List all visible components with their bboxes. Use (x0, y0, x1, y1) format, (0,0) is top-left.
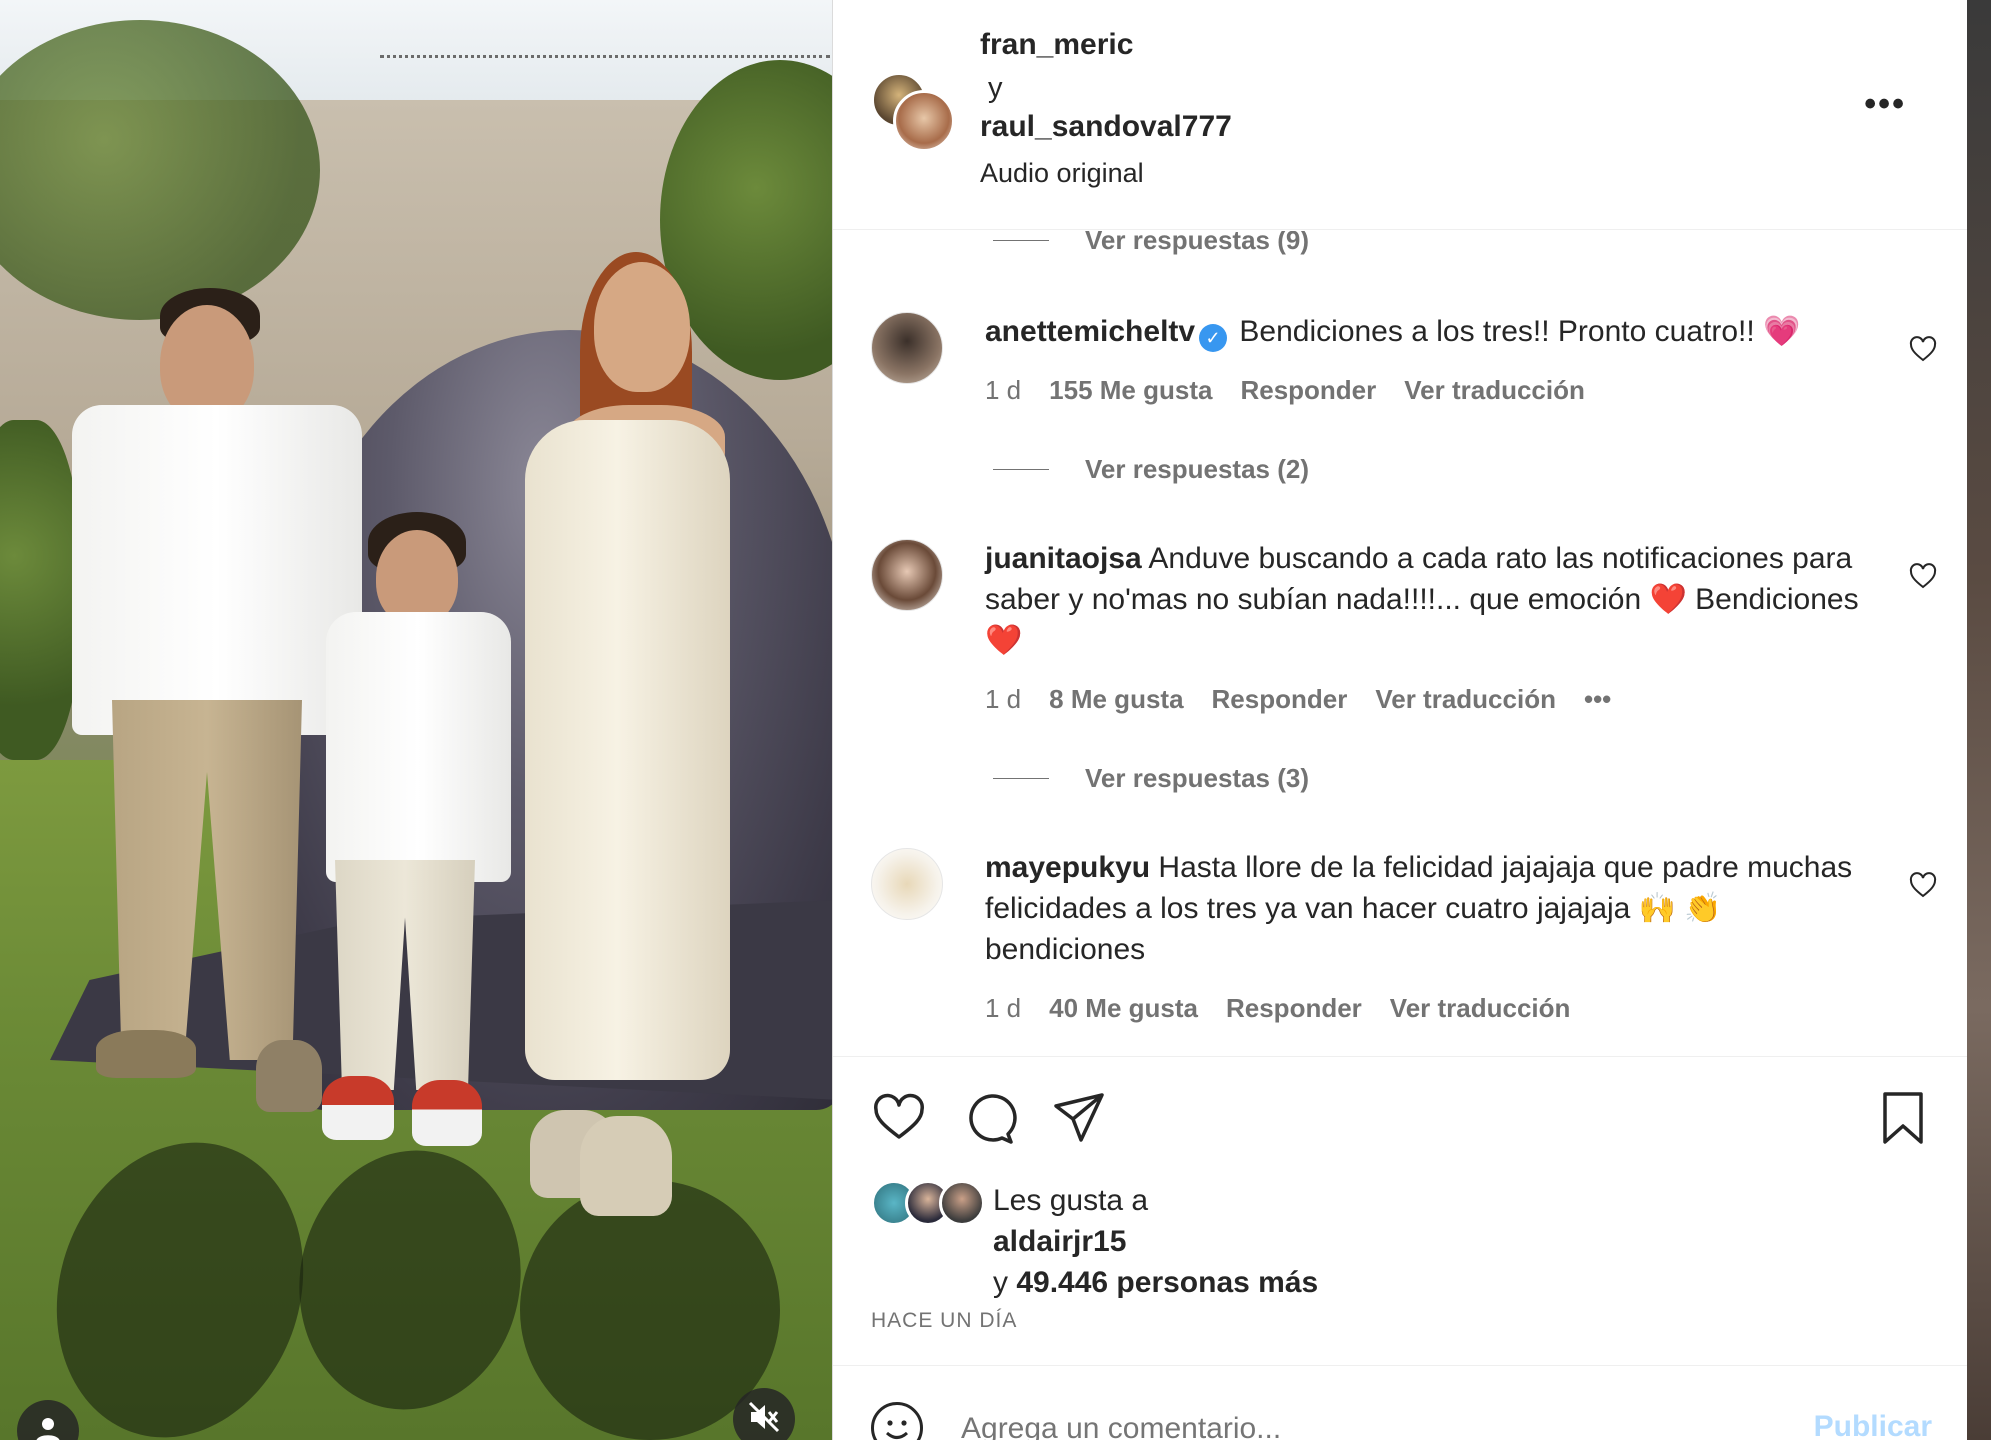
comment-time[interactable]: 1 d (985, 375, 1021, 406)
avatar (893, 90, 955, 152)
comment-avatar[interactable] (871, 312, 943, 384)
user-icon (33, 1414, 63, 1440)
likes-prefix: Les gusta a (993, 1184, 1149, 1217)
post-timestamp[interactable]: HACE UN DÍA (871, 1309, 1017, 1333)
more-horizontal-icon: ••• (1864, 85, 1906, 123)
adjacent-post-preview[interactable] (1967, 0, 1991, 1440)
comment-username[interactable]: anettemicheltv (985, 315, 1195, 348)
comment-options-button[interactable]: ••• (1584, 684, 1611, 715)
divider (833, 1056, 1968, 1057)
volume-off-icon (747, 1400, 781, 1439)
comment-icon[interactable] (961, 1090, 1017, 1146)
comment-text-block: anettemicheltv ✓ Bendiciones a los tres!!… (985, 311, 1875, 352)
reply-button[interactable]: Responder (1226, 993, 1362, 1024)
translate-button[interactable]: Ver traducción (1390, 993, 1571, 1024)
comment-text-block: mayepukyu Hasta llore de la felicidad ja… (985, 847, 1875, 970)
post-panel: fran_meric y raul_sandoval777 Audio orig… (832, 0, 1968, 1440)
comment-likes[interactable]: 8 Me gusta (1049, 684, 1183, 715)
comment-time[interactable]: 1 d (985, 993, 1021, 1024)
publish-button[interactable]: Publicar (1814, 1410, 1932, 1440)
comment-like-heart-icon[interactable] (1908, 334, 1938, 364)
translate-button[interactable]: Ver traducción (1404, 375, 1585, 406)
replies-line (993, 778, 1049, 779)
comment-like-heart-icon[interactable] (1908, 870, 1938, 900)
liker-username[interactable]: aldairjr15 (993, 1225, 1126, 1258)
view-replies-button[interactable]: Ver respuestas (3) (993, 763, 1309, 794)
comment-avatar[interactable] (871, 848, 943, 920)
avatar (939, 1180, 985, 1226)
emoji-icon[interactable] (871, 1402, 923, 1440)
more-options-button[interactable]: ••• (1864, 87, 1906, 121)
comments-list[interactable]: Ver respuestas (9) anettemicheltv ✓ Bendi… (833, 231, 1968, 1056)
comment-time[interactable]: 1 d (985, 684, 1021, 715)
replies-line (993, 469, 1049, 470)
view-replies-label: Ver respuestas (3) (1085, 763, 1310, 793)
liker-avatars[interactable] (871, 1180, 985, 1228)
video-player[interactable] (0, 0, 832, 1440)
reply-button[interactable]: Responder (1240, 375, 1376, 406)
collab-avatars[interactable] (871, 72, 955, 152)
reply-button[interactable]: Responder (1212, 684, 1348, 715)
verified-badge-icon: ✓ (1199, 324, 1228, 352)
comment-likes[interactable]: 40 Me gusta (1049, 993, 1198, 1024)
view-replies-button[interactable]: Ver respuestas (9) (993, 231, 1309, 256)
action-bar (871, 1090, 1931, 1146)
collab-connector: y (988, 72, 1003, 104)
view-replies-label: Ver respuestas (2) (1085, 454, 1310, 484)
comment-meta: 1 d 155 Me gusta Responder Ver traducció… (985, 375, 1585, 406)
author-username[interactable]: fran_meric (980, 28, 1133, 62)
view-replies-button[interactable]: Ver respuestas (2) (993, 454, 1309, 485)
comment-meta: 1 d 8 Me gusta Responder Ver traducción … (985, 684, 1611, 715)
bookmark-icon[interactable] (1875, 1090, 1931, 1146)
comment-input[interactable] (961, 1412, 1661, 1440)
post-header: fran_meric y raul_sandoval777 Audio orig… (833, 0, 1968, 230)
send-icon[interactable] (1051, 1090, 1107, 1146)
likes-others-link[interactable]: 49.446 personas más (1016, 1266, 1318, 1299)
likes-connector: y (993, 1266, 1008, 1299)
heart-icon[interactable] (871, 1090, 927, 1146)
collab-username[interactable]: raul_sandoval777 (980, 110, 1232, 144)
translate-button[interactable]: Ver traducción (1375, 684, 1556, 715)
comment-username[interactable]: juanitaojsa (985, 542, 1142, 575)
likes-summary: Les gusta a aldairjr15 y 49.446 personas… (993, 1180, 1793, 1303)
plant (0, 420, 80, 760)
audio-link[interactable]: Audio original (980, 158, 1144, 189)
view-replies-label: Ver respuestas (9) (1085, 231, 1310, 255)
comment-text-block: juanitaojsa Anduve buscando a cada rato … (985, 538, 1875, 661)
comment-avatar[interactable] (871, 539, 943, 611)
comment-likes[interactable]: 155 Me gusta (1049, 375, 1212, 406)
comment-username[interactable]: mayepukyu (985, 851, 1150, 884)
comment-like-heart-icon[interactable] (1908, 561, 1938, 591)
comment-text: Bendiciones a los tres!! Pronto cuatro!!… (1239, 315, 1801, 348)
comment-meta: 1 d 40 Me gusta Responder Ver traducción (985, 993, 1570, 1024)
replies-line (993, 240, 1049, 241)
add-comment-bar: Publicar (833, 1365, 1968, 1440)
